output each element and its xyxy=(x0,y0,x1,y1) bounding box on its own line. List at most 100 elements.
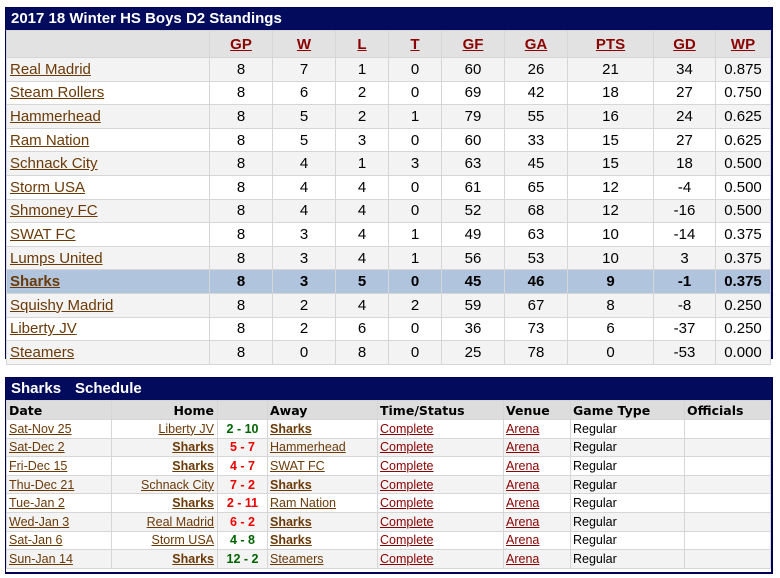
status-cell[interactable]: Complete xyxy=(377,419,504,439)
column-header-gf[interactable]: GF xyxy=(441,30,505,58)
date-link[interactable]: Sun-Jan 14 xyxy=(9,552,73,566)
team-link[interactable]: Ram Nation xyxy=(10,132,89,149)
status-cell[interactable]: Complete xyxy=(377,456,504,476)
status-link[interactable]: Complete xyxy=(380,478,434,492)
home-cell[interactable]: Storm USA xyxy=(111,530,218,551)
home-cell[interactable]: Sharks xyxy=(111,456,218,476)
away-team-link[interactable]: Sharks xyxy=(270,533,312,547)
team-cell[interactable]: SWAT FC xyxy=(6,222,210,247)
home-team-link[interactable]: Liberty JV xyxy=(158,422,214,436)
date-cell[interactable]: Tue-Jan 2 xyxy=(6,493,112,513)
venue-link[interactable]: Arena xyxy=(506,496,539,510)
away-cell[interactable]: Hammerhead xyxy=(267,437,378,458)
status-cell[interactable]: Complete xyxy=(377,511,504,532)
home-team-link[interactable]: Sharks xyxy=(172,459,214,473)
home-team-link[interactable]: Sharks xyxy=(172,496,214,510)
date-link[interactable]: Sat-Nov 25 xyxy=(9,422,72,436)
home-cell[interactable]: Sharks xyxy=(111,549,218,569)
home-cell[interactable]: Real Madrid xyxy=(111,511,218,532)
date-link[interactable]: Wed-Jan 3 xyxy=(9,515,69,529)
away-cell[interactable]: Sharks xyxy=(267,474,378,495)
away-cell[interactable]: Sharks xyxy=(267,511,378,532)
team-link[interactable]: Schnack City xyxy=(10,155,98,172)
date-cell[interactable]: Sat-Jan 6 xyxy=(6,530,112,551)
team-cell[interactable]: Steam Rollers xyxy=(6,80,210,106)
team-link[interactable]: Shmoney FC xyxy=(10,202,98,219)
team-link[interactable]: Lumps United xyxy=(10,250,103,267)
team-cell[interactable]: Lumps United xyxy=(6,245,210,271)
date-cell[interactable]: Sat-Dec 2 xyxy=(6,437,112,458)
column-header-l[interactable]: L xyxy=(335,30,389,58)
date-cell[interactable]: Wed-Jan 3 xyxy=(6,511,112,532)
team-link[interactable]: Storm USA xyxy=(10,179,85,196)
away-cell[interactable]: Ram Nation xyxy=(267,493,378,513)
venue-cell[interactable]: Arena xyxy=(503,474,571,495)
column-header-pts[interactable]: PTS xyxy=(567,30,654,58)
team-link[interactable]: Hammerhead xyxy=(10,108,101,125)
date-link[interactable]: Sat-Dec 2 xyxy=(9,440,65,454)
date-link[interactable]: Sat-Jan 6 xyxy=(9,533,63,547)
venue-link[interactable]: Arena xyxy=(506,552,539,566)
team-cell[interactable]: Schnack City xyxy=(6,151,210,176)
away-cell[interactable]: Sharks xyxy=(267,419,378,439)
venue-link[interactable]: Arena xyxy=(506,459,539,473)
venue-cell[interactable]: Arena xyxy=(503,530,571,551)
status-link[interactable]: Complete xyxy=(380,422,434,436)
team-link[interactable]: Squishy Madrid xyxy=(10,297,113,314)
team-link[interactable]: Steamers xyxy=(10,344,74,361)
away-team-link[interactable]: Hammerhead xyxy=(270,440,346,454)
away-cell[interactable]: Sharks xyxy=(267,530,378,551)
column-header-gd[interactable]: GD xyxy=(653,30,716,58)
team-cell[interactable]: Hammerhead xyxy=(6,104,210,129)
home-team-link[interactable]: Sharks xyxy=(172,552,214,566)
away-team-link[interactable]: Ram Nation xyxy=(270,496,336,510)
venue-cell[interactable]: Arena xyxy=(503,437,571,458)
status-link[interactable]: Complete xyxy=(380,459,434,473)
venue-link[interactable]: Arena xyxy=(506,478,539,492)
team-cell[interactable]: Shmoney FC xyxy=(6,198,210,224)
away-cell[interactable]: Steamers xyxy=(267,549,378,569)
date-cell[interactable]: Sun-Jan 14 xyxy=(6,549,112,569)
home-team-link[interactable]: Sharks xyxy=(172,440,214,454)
status-cell[interactable]: Complete xyxy=(377,493,504,513)
team-cell[interactable]: Squishy Madrid xyxy=(6,292,210,318)
date-link[interactable]: Tue-Jan 2 xyxy=(9,496,65,510)
venue-cell[interactable]: Arena xyxy=(503,493,571,513)
date-cell[interactable]: Sat-Nov 25 xyxy=(6,419,112,439)
away-team-link[interactable]: Sharks xyxy=(270,478,312,492)
team-cell[interactable]: Ram Nation xyxy=(6,127,210,153)
status-cell[interactable]: Complete xyxy=(377,530,504,551)
status-link[interactable]: Complete xyxy=(380,515,434,529)
column-header-t[interactable]: T xyxy=(388,30,442,58)
status-cell[interactable]: Complete xyxy=(377,474,504,495)
team-cell[interactable]: Storm USA xyxy=(6,174,210,200)
venue-cell[interactable]: Arena xyxy=(503,456,571,476)
team-link[interactable]: Liberty JV xyxy=(10,320,77,337)
team-link[interactable]: Steam Rollers xyxy=(10,84,104,101)
away-cell[interactable]: SWAT FC xyxy=(267,456,378,476)
column-header-w[interactable]: W xyxy=(272,30,336,58)
home-team-link[interactable]: Real Madrid xyxy=(147,515,214,529)
date-link[interactable]: Fri-Dec 15 xyxy=(9,459,67,473)
venue-cell[interactable]: Arena xyxy=(503,511,571,532)
team-link[interactable]: SWAT FC xyxy=(10,226,76,243)
status-link[interactable]: Complete xyxy=(380,533,434,547)
away-team-link[interactable]: SWAT FC xyxy=(270,459,325,473)
team-cell[interactable]: Steamers xyxy=(6,340,210,365)
team-cell[interactable]: Real Madrid xyxy=(6,57,210,82)
status-cell[interactable]: Complete xyxy=(377,549,504,569)
team-cell[interactable]: Sharks xyxy=(6,269,210,294)
status-link[interactable]: Complete xyxy=(380,440,434,454)
home-team-link[interactable]: Storm USA xyxy=(151,533,214,547)
away-team-link[interactable]: Sharks xyxy=(270,515,312,529)
home-team-link[interactable]: Schnack City xyxy=(141,478,214,492)
venue-cell[interactable]: Arena xyxy=(503,549,571,569)
home-cell[interactable]: Sharks xyxy=(111,437,218,458)
venue-link[interactable]: Arena xyxy=(506,515,539,529)
venue-cell[interactable]: Arena xyxy=(503,419,571,439)
column-header-wp[interactable]: WP xyxy=(715,30,771,58)
date-cell[interactable]: Fri-Dec 15 xyxy=(6,456,112,476)
home-cell[interactable]: Liberty JV xyxy=(111,419,218,439)
venue-link[interactable]: Arena xyxy=(506,440,539,454)
team-link[interactable]: Sharks xyxy=(10,273,60,290)
